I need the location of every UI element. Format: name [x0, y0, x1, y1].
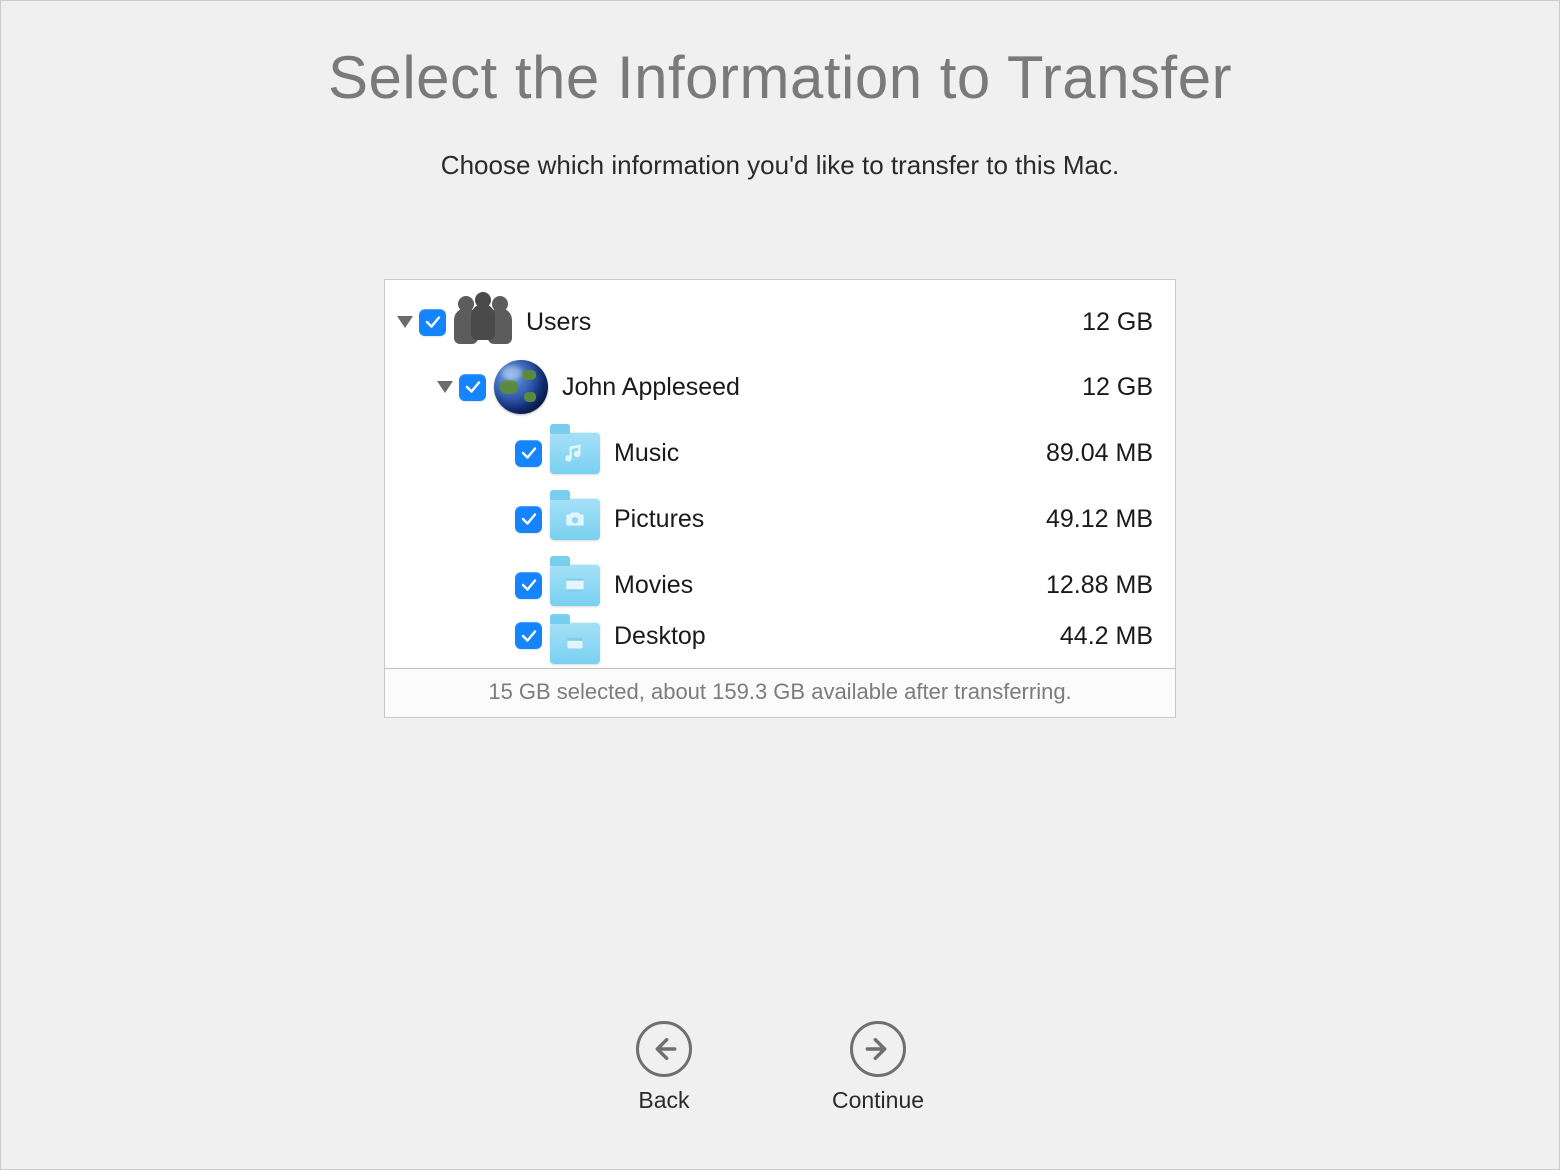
checkbox-pictures[interactable]	[515, 506, 542, 533]
continue-label: Continue	[832, 1087, 924, 1114]
page-title: Select the Information to Transfer	[328, 43, 1232, 112]
arrow-left-icon	[636, 1021, 692, 1077]
checkbox-movies[interactable]	[515, 572, 542, 599]
tree-row-user[interactable]: John Appleseed 12 GB	[397, 354, 1157, 420]
row-size: 12 GB	[1082, 308, 1157, 337]
checkmark-icon	[520, 576, 538, 594]
row-label: Music	[614, 439, 679, 468]
checkbox-users[interactable]	[419, 309, 446, 336]
folder-music-icon	[550, 432, 600, 474]
back-label: Back	[638, 1087, 689, 1114]
transfer-panel: Users 12 GB John Appleseed 12 GB	[384, 279, 1176, 718]
row-size: 89.04 MB	[1046, 439, 1157, 468]
folder-movies-icon	[550, 564, 600, 606]
row-label: Pictures	[614, 505, 704, 534]
checkmark-icon	[464, 378, 482, 396]
arrow-right-icon	[850, 1021, 906, 1077]
row-size: 12.88 MB	[1046, 571, 1157, 600]
checkmark-icon	[520, 627, 538, 645]
checkmark-icon	[424, 313, 442, 331]
checkmark-icon	[520, 444, 538, 462]
selection-summary: 15 GB selected, about 159.3 GB available…	[385, 668, 1175, 717]
page-subtitle: Choose which information you'd like to t…	[441, 150, 1119, 181]
checkmark-icon	[520, 510, 538, 528]
row-label: Desktop	[614, 622, 706, 651]
row-size: 44.2 MB	[1060, 622, 1157, 651]
tree-row-movies[interactable]: Movies 12.88 MB	[397, 552, 1157, 618]
folder-pictures-icon	[550, 498, 600, 540]
disclosure-icon[interactable]	[437, 381, 453, 393]
checkbox-user[interactable]	[459, 374, 486, 401]
row-size: 49.12 MB	[1046, 505, 1157, 534]
folder-desktop-icon	[550, 622, 600, 664]
checkbox-music[interactable]	[515, 440, 542, 467]
checkbox-desktop[interactable]	[515, 622, 542, 649]
tree-row-pictures[interactable]: Pictures 49.12 MB	[397, 486, 1157, 552]
back-button[interactable]: Back	[636, 1021, 692, 1114]
disclosure-icon[interactable]	[397, 316, 413, 328]
transfer-tree: Users 12 GB John Appleseed 12 GB	[385, 280, 1175, 668]
globe-icon	[494, 360, 548, 414]
continue-button[interactable]: Continue	[832, 1021, 924, 1114]
row-label: Movies	[614, 571, 693, 600]
row-label: Users	[526, 308, 591, 337]
tree-row-music[interactable]: Music 89.04 MB	[397, 420, 1157, 486]
row-label: John Appleseed	[562, 373, 740, 402]
nav-buttons: Back Continue	[0, 1021, 1560, 1114]
users-icon	[454, 298, 512, 346]
tree-row-desktop[interactable]: Desktop 44.2 MB	[397, 618, 1157, 664]
tree-row-users[interactable]: Users 12 GB	[397, 290, 1157, 354]
row-size: 12 GB	[1082, 373, 1157, 402]
